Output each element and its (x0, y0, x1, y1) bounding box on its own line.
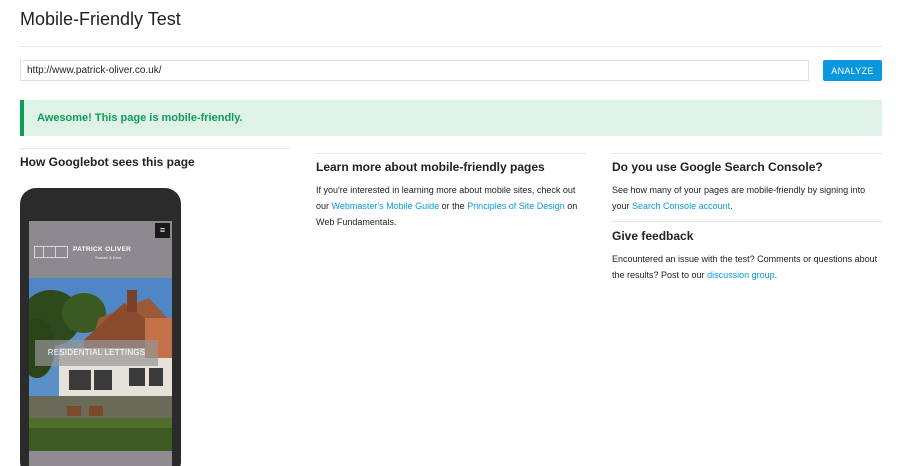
search-console-heading: Do you use Google Search Console? (612, 160, 823, 174)
analyze-button[interactable]: ANALYZE (823, 60, 882, 81)
learn-more-text: If you're interested in learning more ab… (316, 182, 586, 230)
result-message: Awesome! This page is mobile-friendly. (37, 112, 243, 124)
left-column-divider (20, 148, 290, 149)
search-console-text-end: . (730, 201, 733, 211)
site-header: ≡ PATRICK OLIVER Sussex & Kent (29, 221, 172, 278)
title-divider (20, 46, 882, 47)
result-banner: Awesome! This page is mobile-friendly. (20, 100, 882, 136)
right-column-divider (612, 153, 882, 154)
search-console-text: See how many of your pages are mobile-fr… (612, 182, 882, 214)
logo-mark-icon (34, 246, 68, 258)
feedback-text-end: . (774, 270, 778, 280)
learn-more-text-2: or the (441, 201, 465, 211)
mobile-guide-link[interactable]: Webmaster's Mobile Guide (332, 201, 440, 211)
screen-bottom (29, 451, 172, 466)
feedback-text: Encountered an issue with the test? Comm… (612, 251, 882, 283)
page-title: Mobile-Friendly Test (20, 9, 181, 29)
search-console-link[interactable]: Search Console account (632, 201, 730, 211)
feedback-heading: Give feedback (612, 229, 694, 243)
logo-name: PATRICK OLIVER (73, 246, 132, 253)
menu-icon: ≡ (155, 223, 170, 238)
googlebot-heading: How Googlebot sees this page (20, 155, 195, 169)
phone-preview: ≡ PATRICK OLIVER Sussex & Kent RESIDENTI… (20, 188, 181, 466)
url-input[interactable] (20, 60, 809, 81)
hero-image: RESIDENTIAL LETTINGS (29, 278, 172, 451)
phone-screen: ≡ PATRICK OLIVER Sussex & Kent RESIDENTI… (29, 221, 172, 466)
learn-more-heading: Learn more about mobile-friendly pages (316, 160, 545, 174)
hero-label: RESIDENTIAL LETTINGS (35, 340, 158, 366)
discussion-group-link[interactable]: discussion group (707, 270, 775, 280)
logo-tagline: Sussex & Kent (95, 255, 122, 260)
feedback-divider (612, 221, 882, 222)
middle-column-divider (316, 153, 587, 154)
site-design-link[interactable]: Principles of Site Design (467, 201, 565, 211)
